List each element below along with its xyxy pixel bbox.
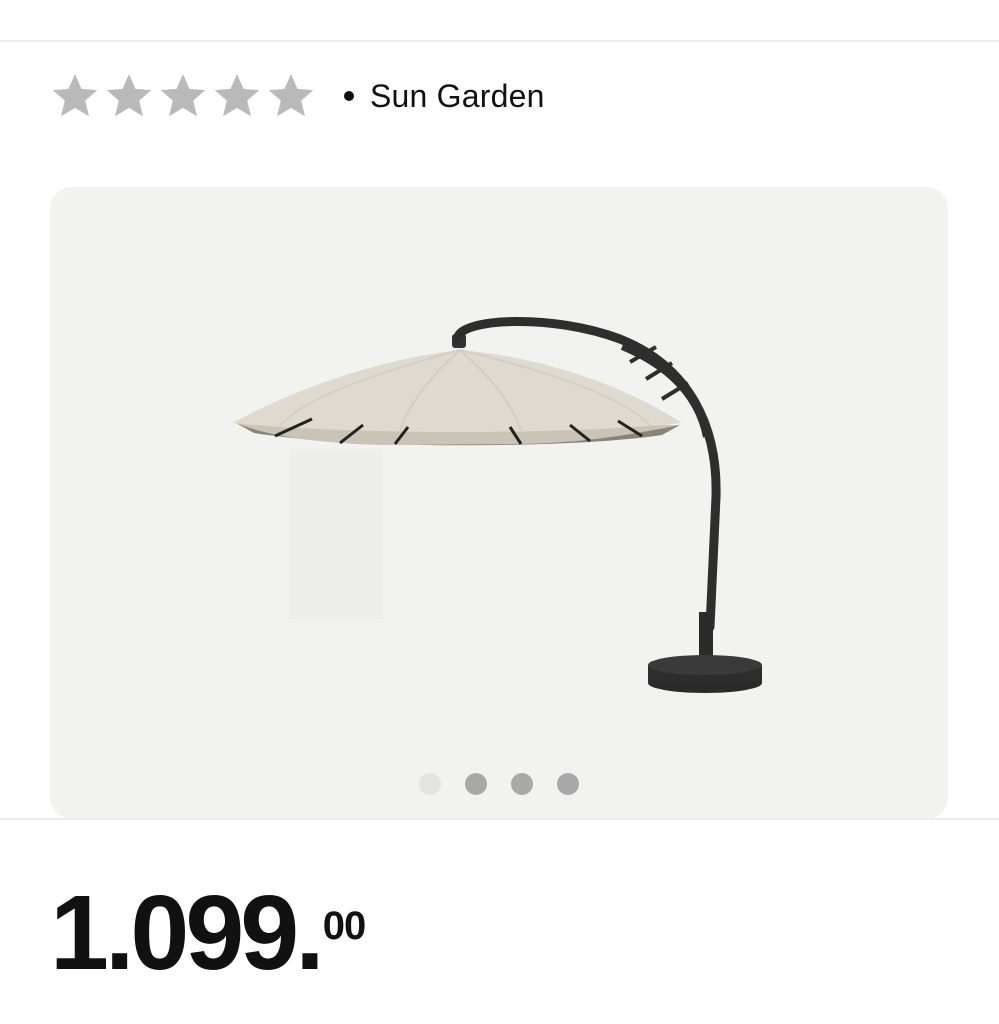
carousel-dot[interactable] bbox=[557, 773, 579, 795]
star-icon bbox=[52, 74, 98, 117]
brand-link[interactable]: Sun Garden bbox=[370, 78, 545, 115]
carousel-dot[interactable] bbox=[511, 773, 533, 795]
star-icon bbox=[160, 74, 206, 117]
section-divider bbox=[0, 818, 999, 820]
carousel-indicators bbox=[50, 773, 948, 795]
price: 1.099. 00 bbox=[50, 874, 366, 992]
price-main: 1.099. bbox=[50, 874, 325, 992]
star-icon bbox=[214, 74, 260, 117]
product-image-gallery[interactable] bbox=[50, 187, 948, 819]
price-decimal: 00 bbox=[322, 904, 366, 948]
star-icon bbox=[268, 74, 314, 117]
carousel-dot[interactable] bbox=[465, 773, 487, 795]
bullet-separator bbox=[344, 91, 354, 101]
star-icon bbox=[106, 74, 152, 117]
product-page: Sun Garden 1.099. 00 bbox=[0, 0, 999, 1024]
rating-row: Sun Garden bbox=[50, 68, 545, 124]
star-rating[interactable] bbox=[50, 71, 316, 121]
top-divider bbox=[0, 40, 999, 42]
cantilever-parasol-image bbox=[232, 317, 762, 693]
carousel-dot[interactable] bbox=[419, 773, 441, 795]
